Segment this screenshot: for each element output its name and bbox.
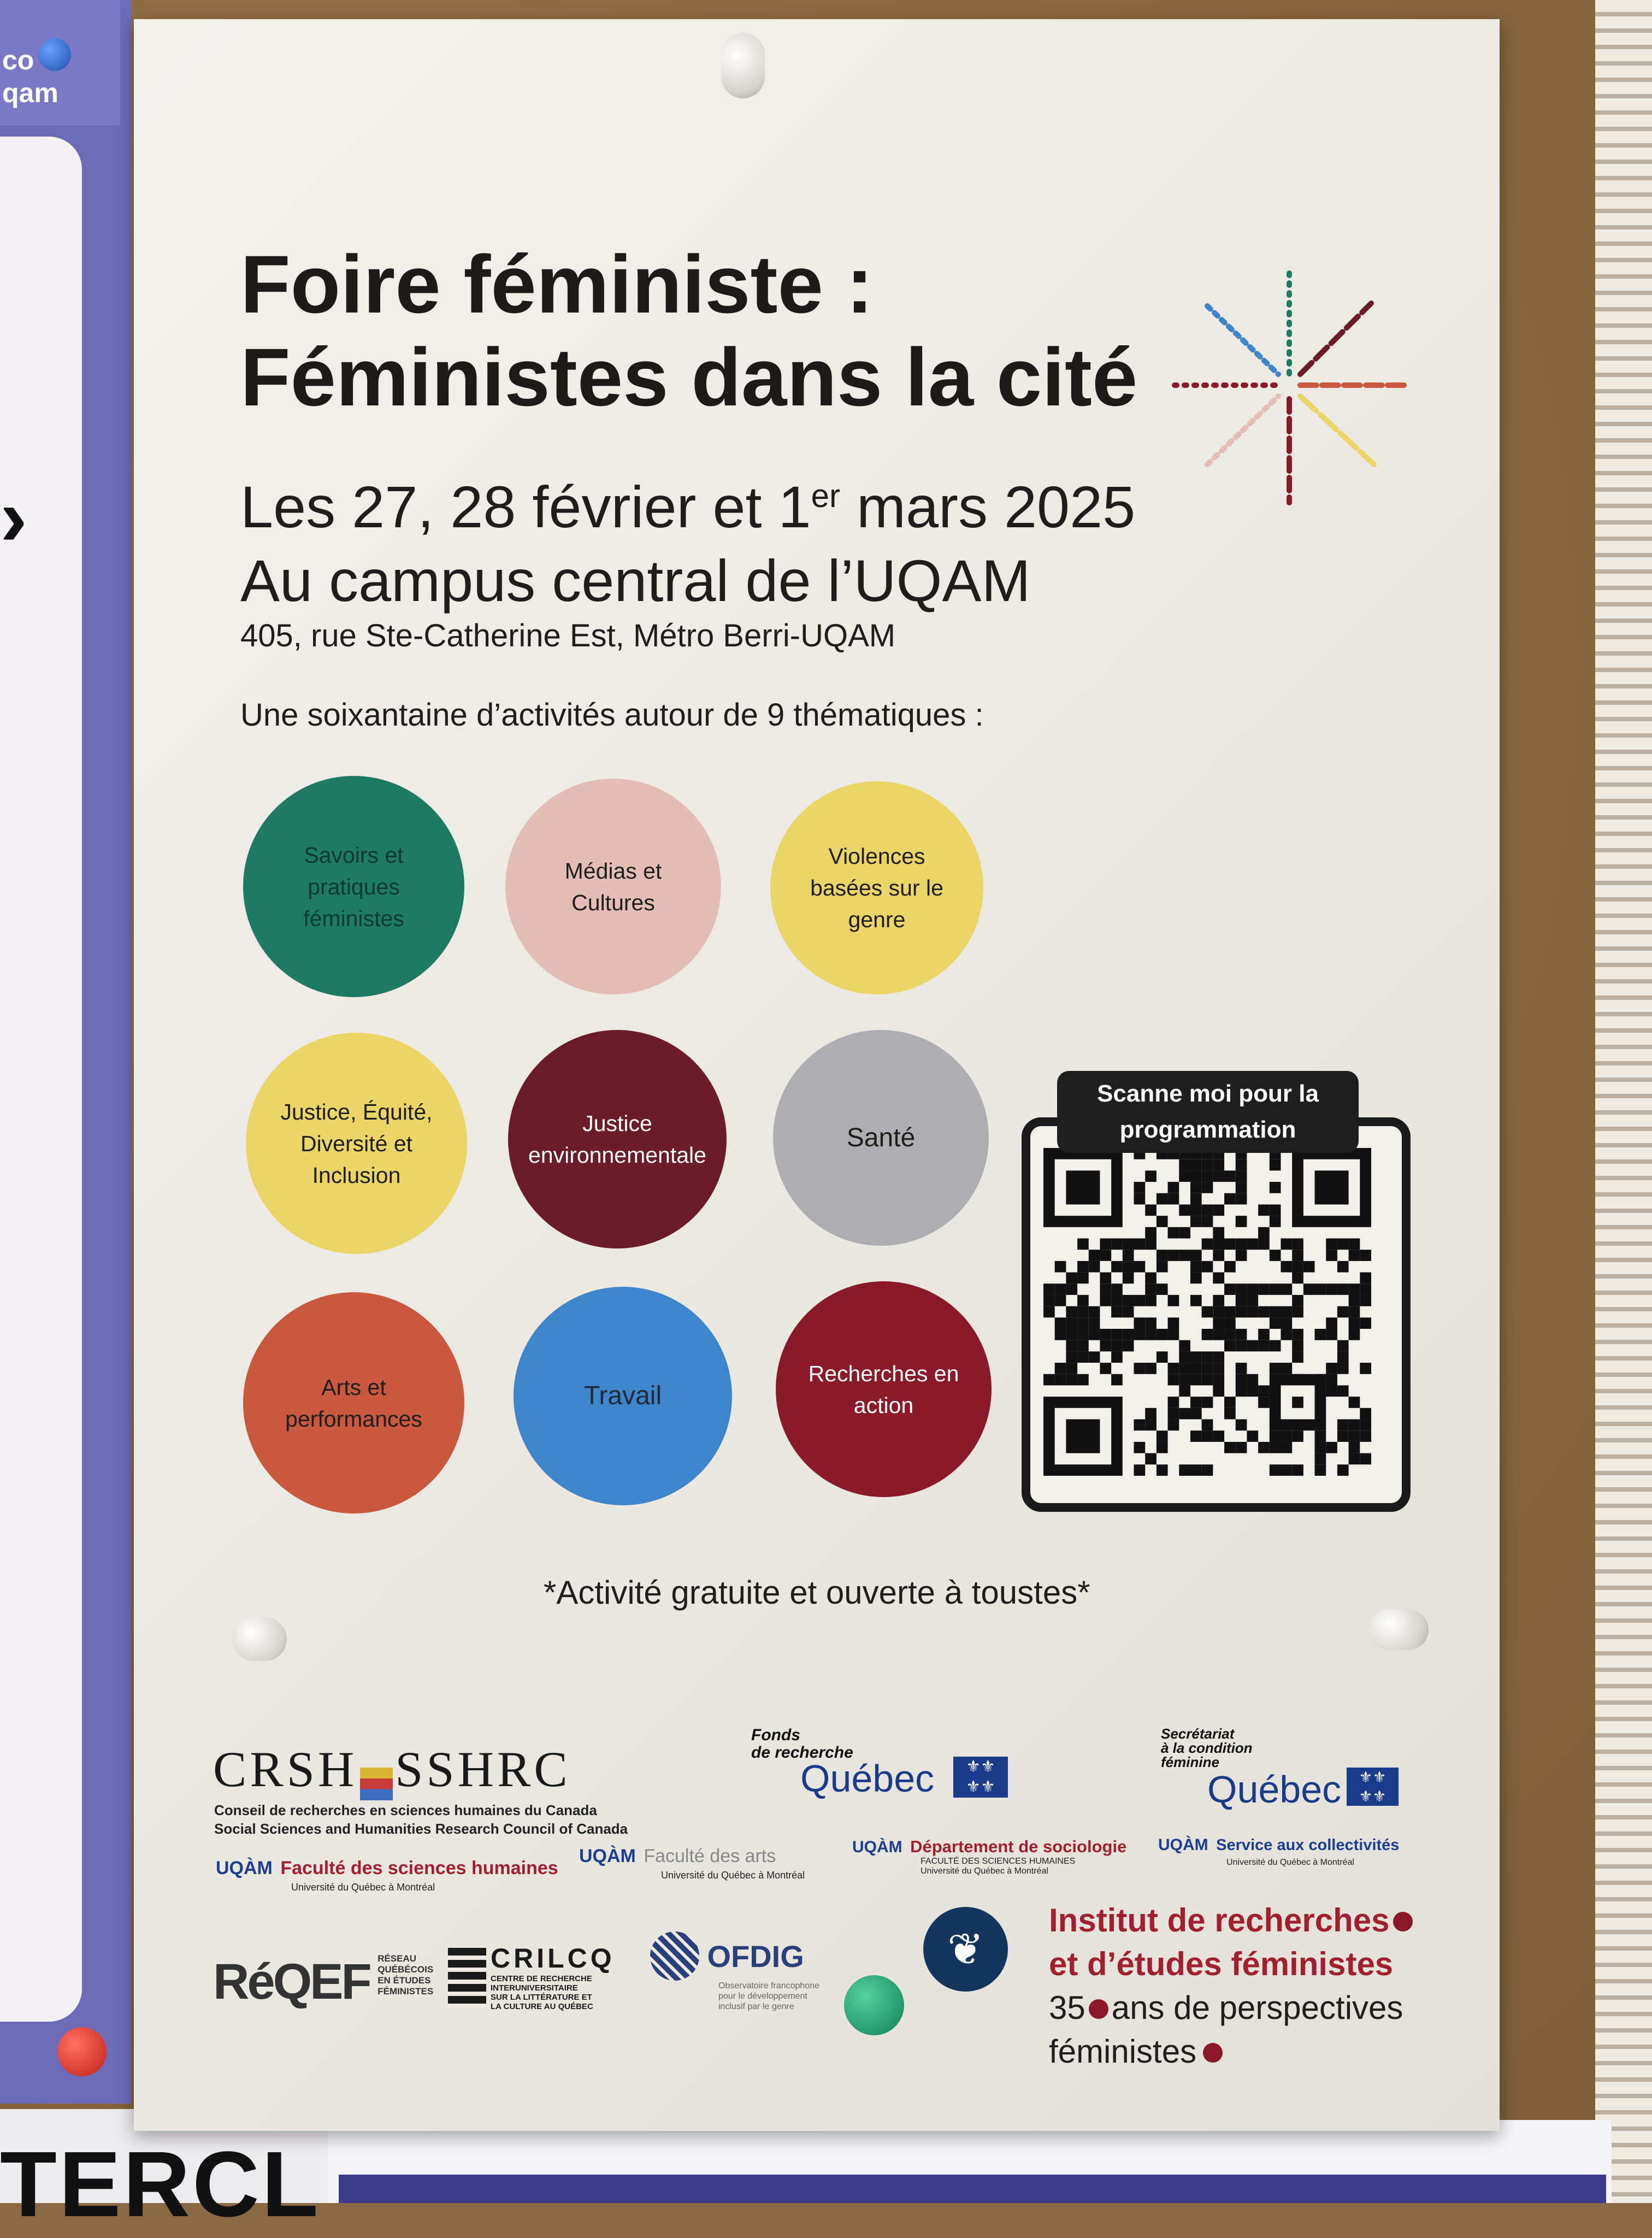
fsh-text: Faculté des sciences humaines — [280, 1858, 558, 1878]
theme-circle: Médias et Cultures — [505, 779, 721, 994]
uqam-fsh-logo: UQÀM Faculté des sciences humaines Unive… — [216, 1858, 558, 1895]
reqef-sub: RÉSEAU QUÉBÉCOIS EN ÉTUDES FÉMINISTES — [377, 1953, 434, 1996]
crilcq-mark-icon — [448, 1948, 486, 2008]
event-campus: Au campus central de l’UQAM — [240, 547, 1031, 614]
bottom-blue-band — [339, 2175, 1606, 2203]
push-pin-top-icon — [721, 33, 765, 98]
socio-sub: FACULTÉ DES SCIENCES HUMAINES Université… — [921, 1857, 1076, 1876]
theme-label: Santé — [846, 1123, 916, 1152]
starburst-icon — [1172, 270, 1407, 505]
uqam-text-4: UQÀM — [1158, 1836, 1208, 1854]
ofdig-logo: OFDIG Observatoire francophone pour le d… — [650, 1931, 819, 2012]
left-poster-glyph: › — [0, 471, 27, 563]
qr-code-frame[interactable] — [1022, 1117, 1411, 1512]
push-pin-right-icon — [1368, 1609, 1429, 1650]
uqam-socio-logo: UQÀM Département de sociologie FACULTÉ D… — [852, 1837, 1126, 1876]
collect-text: Service aux collectivités — [1216, 1836, 1400, 1854]
theme-label: Arts et performances — [285, 1374, 422, 1432]
theme-circle: Recherches en action — [776, 1281, 992, 1497]
collect-sub: Université du Québec à Montréal — [1226, 1858, 1354, 1867]
qr-label: Scanne moi pour la programmation — [1057, 1071, 1359, 1153]
uqam-text-1: UQÀM — [216, 1858, 273, 1878]
arts-text: Faculté des arts — [644, 1846, 776, 1866]
theme-label: Justice, Équité, Diversité et Inclusion — [280, 1099, 433, 1188]
ofdig-text: OFDIG — [707, 1939, 804, 1974]
theme-circle: Travail — [514, 1287, 732, 1505]
ofdig-sub: Observatoire francophone pour le dévelop… — [718, 1981, 819, 2011]
bottom-poster-text: TERCL — [0, 2133, 321, 2236]
uqam-text-3: UQÀM — [852, 1838, 902, 1856]
iref-dot-icon — [1393, 1912, 1413, 1931]
theme-label: Violences basées sur le genre — [810, 844, 943, 932]
theme-label: Médias et Cultures — [564, 858, 662, 915]
themes-intro: Une soixantaine d’activités autour de 9 … — [240, 697, 984, 733]
crilcq-text: CRILCQ — [491, 1943, 615, 1974]
arts-sub: Université du Québec à Montréal — [661, 1870, 805, 1881]
crilcq-logo: CRILCQ CENTRE DE RECHERCHE INTERUNIVERSI… — [448, 1942, 615, 2011]
socio-text: Département de sociologie — [910, 1837, 1127, 1856]
theme-circle: Justice environnementale — [508, 1030, 727, 1248]
poster-title: Foire féministe : Féministes dans la cit… — [240, 238, 1137, 423]
uqam-text-2: UQÀM — [579, 1846, 636, 1866]
ofdig-globe-icon — [650, 1931, 699, 1981]
crsh-logo: CRSH SSHRC — [213, 1740, 571, 1800]
iref-logo: Institut de recherches et d’études fémin… — [1049, 1899, 1413, 2074]
frq-quebec: Québec — [800, 1757, 935, 1800]
theme-label: Recherches en action — [808, 1361, 959, 1418]
qr-code-icon[interactable] — [1043, 1148, 1371, 1476]
iref-dot-icon-2 — [1088, 1999, 1108, 2019]
theme-label: Justice environnementale — [528, 1111, 706, 1168]
crilcq-sub: CENTRE DE RECHERCHE INTERUNIVERSITAIRE S… — [491, 1974, 593, 2011]
crsh-text: CRSH — [213, 1741, 358, 1797]
free-activity-note: *Activité gratuite et ouverte à toustes* — [544, 1574, 1090, 1611]
title-line-2: Féministes dans la cité — [240, 331, 1138, 423]
event-address: 405, rue Ste-Catherine Est, Métro Berri-… — [240, 618, 896, 653]
theme-circle: Savoirs et pratiques féministes — [243, 776, 464, 997]
reqef-text: RéQEF — [213, 1954, 372, 2010]
window-blinds — [1595, 0, 1652, 2203]
theme-circle: Arts et performances — [243, 1292, 464, 1513]
blue-pin-icon — [38, 38, 71, 71]
canada-flag-bars-icon — [359, 1767, 393, 1800]
theme-circle: Santé — [773, 1030, 989, 1246]
theme-label: Travail — [583, 1381, 662, 1410]
push-pin-left-icon — [232, 1617, 287, 1661]
fleurdelise-icon: ⚜⚜ ⚜⚜ — [953, 1757, 1008, 1798]
fsh-sub: Université du Québec à Montréal — [291, 1882, 435, 1893]
iref-line-3: 35 ans de perspectives — [1049, 1989, 1403, 2026]
left-poster-panel — [0, 137, 82, 2022]
crsh-line-2: Social Sciences and Humanities Research … — [214, 1821, 628, 1837]
fleurdelise-icon-2: ⚜⚜ ⚜⚜ — [1347, 1768, 1399, 1806]
theme-circle: Violences basées sur le genre — [770, 781, 983, 994]
crsh-line-1: Conseil de recherches en sciences humain… — [214, 1802, 597, 1818]
uqam-arts-logo: UQÀM Faculté des arts Université du Québ… — [579, 1846, 805, 1883]
green-pin-icon — [844, 1975, 904, 2035]
iref-dot-icon-3 — [1203, 2043, 1223, 2063]
iref-line-1: Institut de recherches — [1049, 1899, 1413, 1942]
uqam-collect-logo: UQÀM Service aux collectivités Universit… — [1158, 1836, 1399, 1871]
event-dates: Les 27, 28 février et 1er mars 2025 — [240, 474, 1136, 540]
tree-circle-logo-icon: ❦ — [923, 1907, 1008, 1992]
theme-circle: Justice, Équité, Diversité et Inclusion — [246, 1033, 467, 1254]
scf-quebec: Québec — [1207, 1768, 1342, 1811]
sshrc-text: SSHRC — [395, 1741, 571, 1797]
reqef-logo: RéQEF RÉSEAU QUÉBÉCOIS EN ÉTUDES FÉMINIS… — [213, 1953, 433, 2011]
red-pin-icon — [57, 2027, 107, 2076]
theme-label: Savoirs et pratiques féministes — [303, 842, 404, 931]
title-line-1: Foire féministe : — [240, 238, 874, 330]
scf-small: Secrétariat à la condition féminine — [1161, 1725, 1253, 1770]
iref-line-4: féministes — [1049, 2030, 1413, 2074]
iref-line-2: et d’études féministes — [1049, 1946, 1394, 1982]
